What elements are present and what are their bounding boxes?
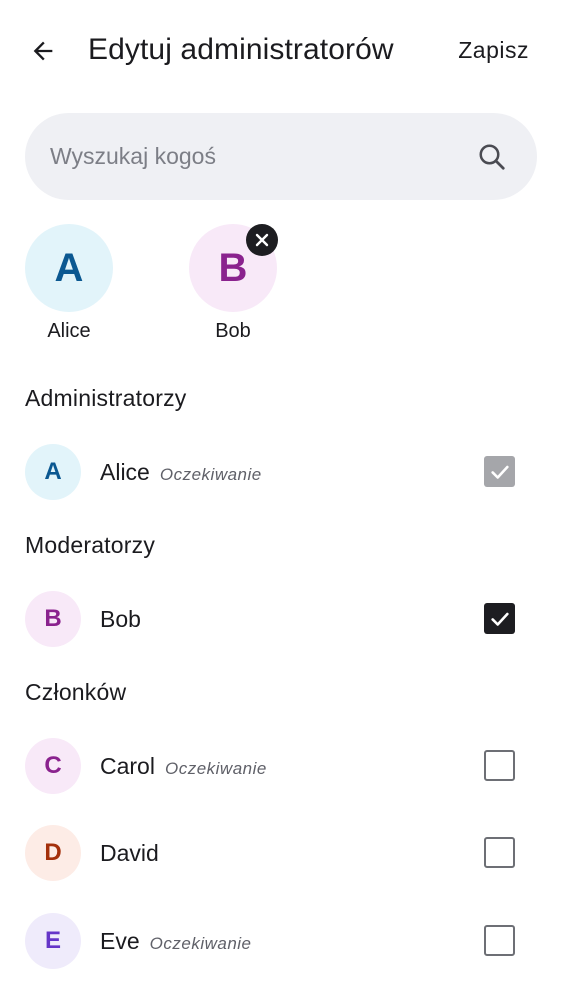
avatar: B [189, 224, 278, 312]
status-label: Oczekiwanie [164, 759, 267, 778]
selected-user-alice[interactable]: A Alice [19, 224, 119, 344]
top-app-bar: Edytuj administratorów Zapisz [0, 0, 562, 100]
role-checkbox[interactable] [484, 603, 515, 634]
user-name-label: Alice [100, 459, 150, 485]
back-button[interactable] [22, 30, 64, 72]
selected-user-bob[interactable]: B Bob [183, 224, 283, 344]
selected-user-name: Bob [215, 320, 251, 342]
status-label: Oczekiwanie [159, 465, 262, 484]
save-button[interactable]: Zapisz [458, 34, 529, 66]
list-item[interactable]: B Bob [0, 579, 562, 659]
role-checkbox[interactable] [484, 837, 515, 868]
avatar-initial: B [218, 245, 248, 290]
user-name: Eve Oczekiwanie [100, 925, 252, 960]
check-icon [490, 612, 509, 626]
avatar: C [25, 738, 81, 794]
remove-selected-button[interactable] [246, 224, 278, 256]
user-name-label: Carol [100, 753, 155, 779]
check-icon [490, 465, 509, 479]
edit-admins-screen: Edytuj administratorów Zapisz A Alice B … [0, 0, 562, 1000]
avatar: A [25, 224, 113, 312]
search-bar [25, 113, 537, 200]
user-name: David [100, 837, 159, 869]
user-name: Bob [100, 603, 141, 635]
role-checkbox[interactable] [484, 456, 515, 487]
user-name-label: Bob [100, 606, 141, 632]
status-label: Oczekiwanie [149, 934, 252, 953]
user-name: Alice Oczekiwanie [100, 456, 262, 491]
avatar-initial: C [44, 752, 62, 779]
avatar-initial: A [54, 245, 84, 290]
section-title-admins: Administratorzy [25, 385, 187, 411]
section-title-moderators: Moderatorzy [25, 532, 156, 558]
avatar: B [25, 591, 81, 647]
search-input[interactable] [50, 113, 470, 200]
user-name-label: David [100, 840, 159, 866]
list-item[interactable]: A Alice Oczekiwanie [0, 432, 562, 512]
close-icon [255, 233, 269, 247]
avatar: A [25, 444, 81, 500]
avatar: E [25, 913, 81, 969]
avatar-initial: E [44, 927, 61, 954]
selected-user-name: Alice [47, 320, 91, 342]
role-checkbox[interactable] [484, 750, 515, 781]
avatar: D [25, 825, 81, 881]
user-name: Carol Oczekiwanie [100, 750, 267, 785]
avatar-initial: D [44, 839, 62, 866]
list-item[interactable]: E Eve Oczekiwanie [0, 901, 562, 981]
search-icon[interactable] [477, 142, 507, 172]
role-checkbox[interactable] [484, 925, 515, 956]
user-name-label: Eve [100, 928, 140, 954]
arrow-left-icon [33, 41, 53, 61]
section-title-members: Członków [25, 679, 127, 705]
list-item[interactable]: C Carol Oczekiwanie [0, 726, 562, 806]
list-item[interactable]: D David [0, 813, 562, 893]
avatar-initial: A [44, 458, 62, 485]
page-title: Edytuj administratorów [88, 33, 394, 66]
avatar-initial: B [44, 605, 62, 632]
